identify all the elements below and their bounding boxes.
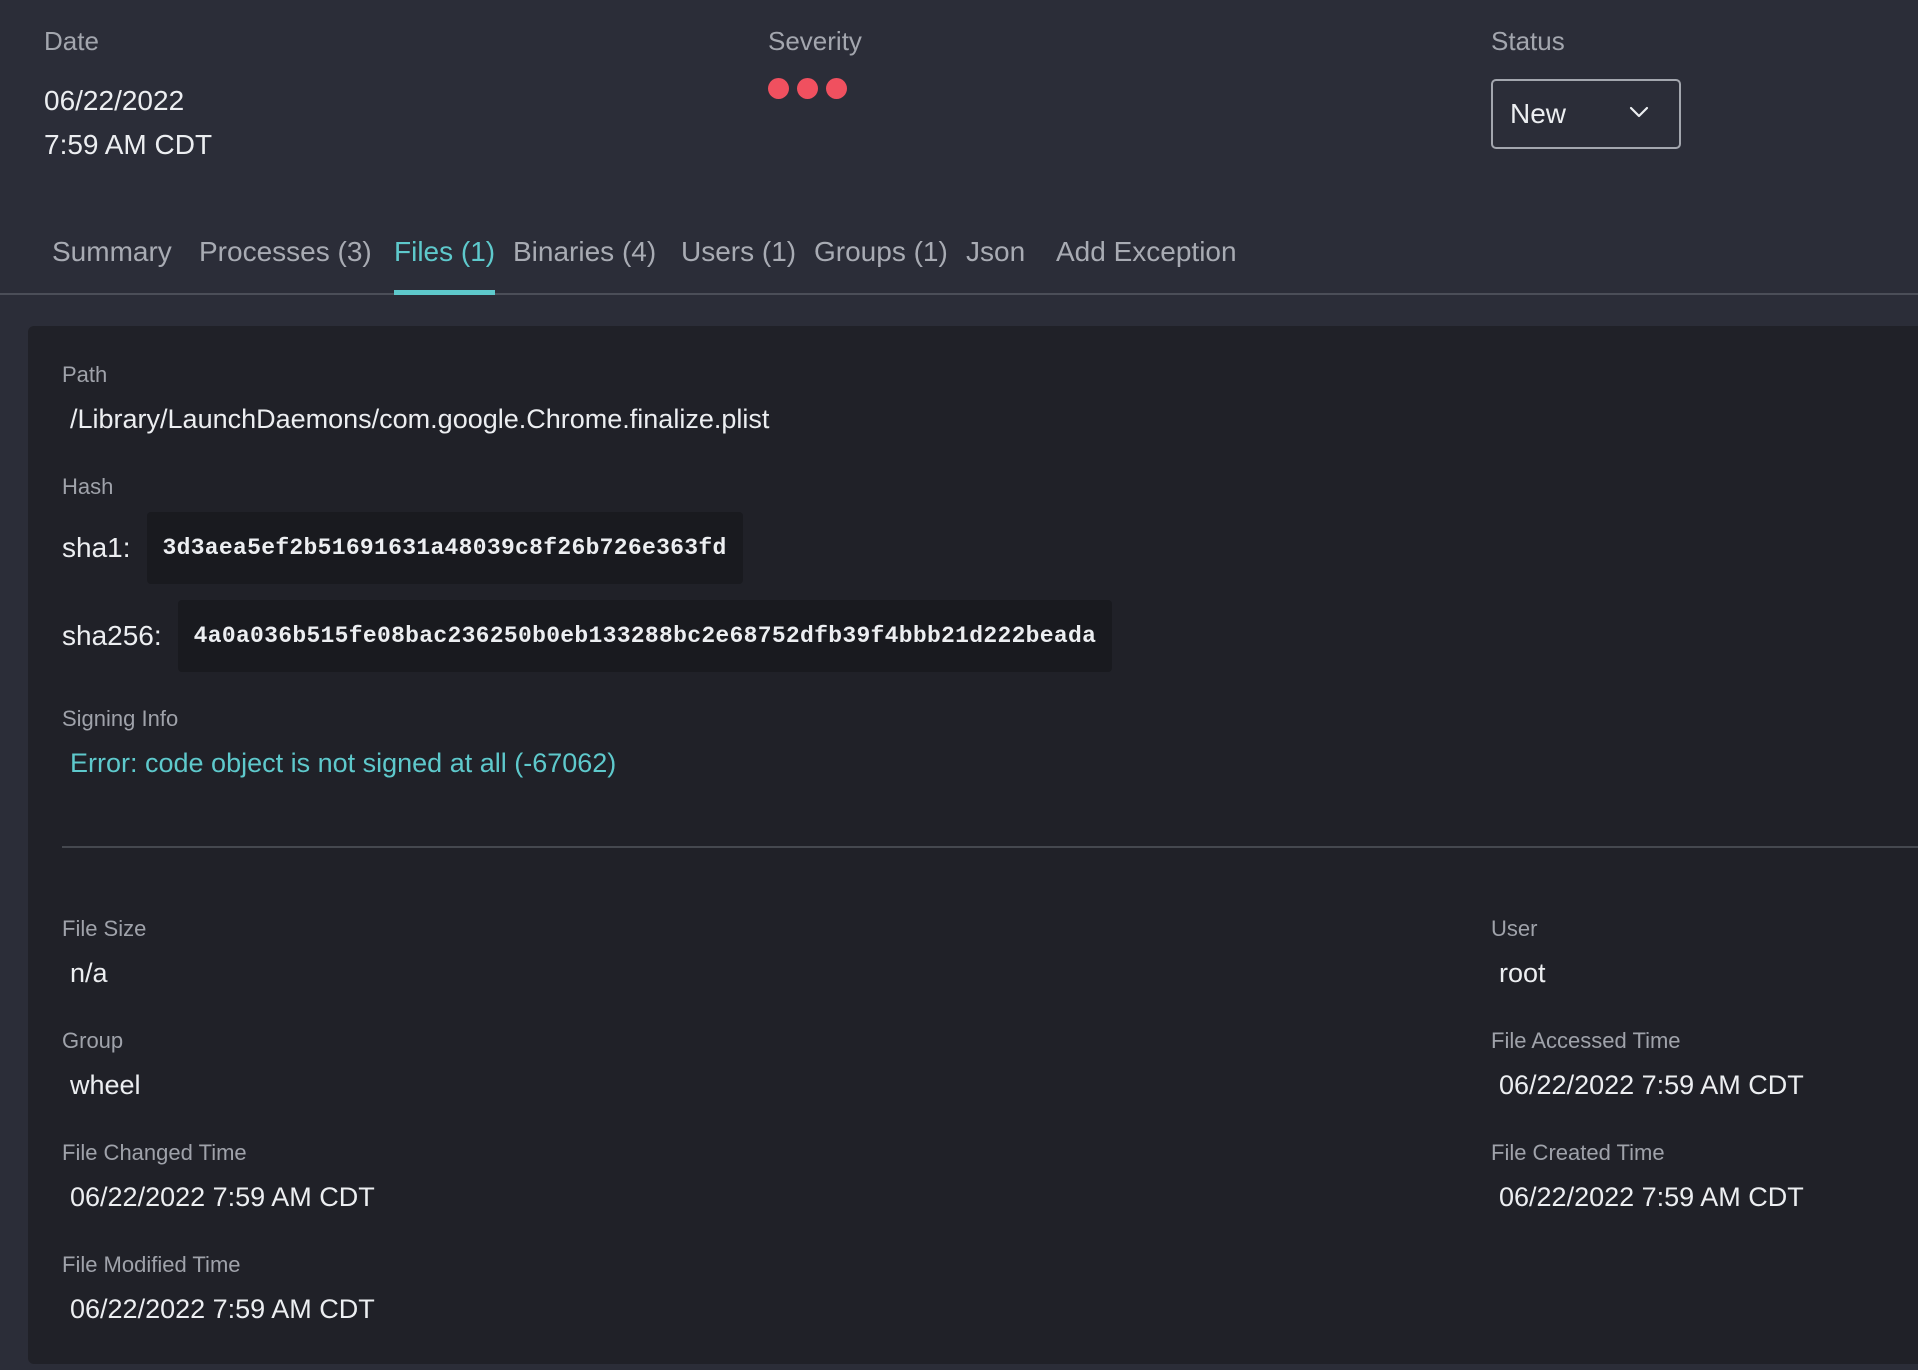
file-modified-time-label: File Modified Time [62, 1252, 241, 1277]
file-detail-card: Path /Library/LaunchDaemons/com.google.C… [28, 326, 1918, 1364]
file-modified-time-value: 06/22/2022 7:59 AM CDT [70, 1294, 375, 1324]
severity-dot [797, 78, 818, 99]
date-value: 06/22/2022 [44, 85, 185, 116]
file-accessed-time-value: 06/22/2022 7:59 AM CDT [1499, 1070, 1804, 1100]
hash-label: Hash [62, 474, 114, 499]
file-accessed-time-label: File Accessed Time [1491, 1028, 1681, 1053]
sha256-row: sha256: 4a0a036b515fe08bac236250b0eb1332… [62, 600, 1113, 672]
tab-processes[interactable]: Processes (3) [199, 226, 372, 293]
tab-groups[interactable]: Groups (1) [814, 226, 948, 293]
signing-info-value: Error: code object is not signed at all … [70, 748, 617, 778]
severity-dot [768, 78, 789, 99]
severity-indicator [768, 78, 847, 99]
path-label: Path [62, 362, 108, 387]
severity-label: Severity [768, 26, 862, 56]
section-divider [62, 846, 1918, 848]
severity-dot [826, 78, 847, 99]
status-label: Status [1491, 26, 1565, 56]
date-label: Date [44, 26, 99, 56]
tab-users[interactable]: Users (1) [681, 226, 796, 293]
signing-info-label: Signing Info [62, 706, 179, 731]
file-created-time-label: File Created Time [1491, 1140, 1665, 1165]
chevron-down-icon [1629, 106, 1649, 118]
tab-json[interactable]: Json [966, 226, 1025, 293]
file-changed-time-label: File Changed Time [62, 1140, 247, 1165]
user-label: User [1491, 916, 1538, 941]
sha1-prefix: sha1: [62, 532, 131, 563]
tab-files[interactable]: Files (1) [394, 226, 496, 295]
file-changed-time-value: 06/22/2022 7:59 AM CDT [70, 1182, 375, 1212]
file-size-label: File Size [62, 916, 147, 941]
path-value: /Library/LaunchDaemons/com.google.Chrome… [70, 404, 770, 434]
time-value: 7:59 AM CDT [44, 129, 213, 160]
status-dropdown[interactable]: New [1491, 79, 1681, 149]
file-size-value: n/a [70, 958, 108, 988]
sha256-prefix: sha256: [62, 620, 162, 651]
tab-bar: Summary Processes (3) Files (1) Binaries… [0, 226, 1918, 295]
group-value: wheel [70, 1070, 141, 1100]
sha1-row: sha1: 3d3aea5ef2b51691631a48039c8f26b726… [62, 512, 743, 584]
alert-detail-page: Date 06/22/2022 7:59 AM CDT Severity Sta… [0, 0, 1918, 1370]
tab-add-exception[interactable]: Add Exception [1056, 226, 1237, 293]
status-selected-value: New [1510, 98, 1567, 129]
sha256-value[interactable]: 4a0a036b515fe08bac236250b0eb133288bc2e68… [177, 600, 1113, 672]
user-value: root [1499, 958, 1546, 988]
group-label: Group [62, 1028, 124, 1053]
sha1-value[interactable]: 3d3aea5ef2b51691631a48039c8f26b726e363fd [146, 512, 743, 584]
tab-binaries[interactable]: Binaries (4) [513, 226, 656, 293]
file-created-time-value: 06/22/2022 7:59 AM CDT [1499, 1182, 1804, 1212]
tab-summary[interactable]: Summary [52, 226, 172, 293]
